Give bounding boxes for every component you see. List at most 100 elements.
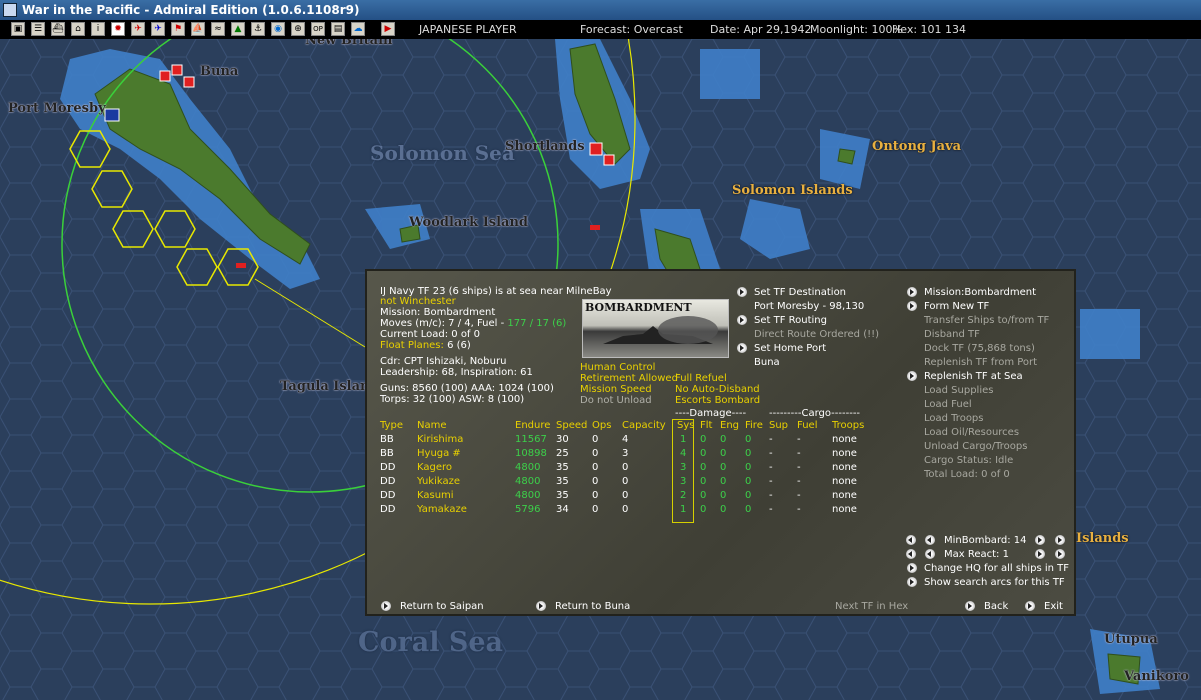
map-icon[interactable]: ▣ — [11, 22, 25, 36]
map-label-shortlands[interactable]: Shortlands — [505, 139, 585, 154]
list-icon[interactable]: ☰ — [31, 22, 45, 36]
max-react-decrease-icon[interactable] — [925, 549, 935, 559]
arrow-icon[interactable] — [381, 601, 391, 611]
ships-icon[interactable]: ⛴ — [51, 22, 65, 36]
plane-icon[interactable]: ✈ — [131, 22, 145, 36]
moonlight-label: Moonlight: 100% — [810, 23, 903, 36]
cell-name[interactable]: Kirishima — [417, 433, 463, 446]
task-force-panel: IJ Navy TF 23 (6 ships) is at sea near M… — [365, 269, 1076, 616]
info-icon[interactable]: i — [91, 22, 105, 36]
cell-name[interactable]: Hyuga # — [417, 447, 461, 460]
map-label-tagula[interactable]: Tagula Island — [280, 379, 379, 394]
cell-troops: none — [832, 490, 857, 501]
map-label-buna[interactable]: Buna — [200, 64, 238, 79]
arrow-icon[interactable] — [907, 577, 917, 587]
menu-unload[interactable]: Unload Cargo/Troops — [924, 440, 1027, 453]
map-label-ontong-java[interactable]: Ontong Java — [872, 139, 961, 154]
cell-type: DD — [380, 476, 396, 487]
set-tf-routing[interactable]: Set TF Routing — [754, 314, 827, 327]
min-bombard-fast-increase-icon[interactable] — [1055, 535, 1065, 545]
menu-form-new-tf[interactable]: Form New TF — [924, 300, 989, 313]
cell-eng: 0 — [720, 504, 727, 515]
opt-do-not-unload[interactable]: Do not Unload — [580, 394, 652, 407]
cell-fire: 0 — [745, 434, 752, 445]
next-tf-in-hex[interactable]: Next TF in Hex — [835, 600, 908, 613]
menu-load-supplies[interactable]: Load Supplies — [924, 384, 993, 397]
max-react-fast-increase-icon[interactable] — [1055, 549, 1065, 559]
arrow-icon[interactable] — [737, 287, 747, 297]
arrow-icon[interactable] — [737, 343, 747, 353]
aircraft-icon[interactable]: ✈ — [151, 22, 165, 36]
cell-ops: 0 — [592, 462, 599, 473]
rising-sun-icon[interactable]: ✹ — [111, 22, 125, 36]
col-fire[interactable]: Fire — [745, 419, 763, 432]
col-speed[interactable]: Speed — [556, 419, 587, 432]
min-bombard-increase-icon[interactable] — [1035, 535, 1045, 545]
tf-icon[interactable]: ⚓ — [251, 22, 265, 36]
map-label-port-moresby[interactable]: Port Moresby — [8, 101, 106, 116]
report-icon[interactable]: ▤ — [331, 22, 345, 36]
col-type[interactable]: Type — [380, 419, 403, 432]
menu-load-troops[interactable]: Load Troops — [924, 412, 984, 425]
max-react-fast-decrease-icon[interactable] — [906, 549, 916, 559]
col-capacity[interactable]: Capacity — [622, 419, 666, 432]
mission-image[interactable]: BOMBARDMENT — [582, 299, 729, 358]
arrow-icon[interactable] — [1025, 601, 1035, 611]
return-to-saipan[interactable]: Return to Saipan — [400, 600, 484, 613]
arrow-icon[interactable] — [965, 601, 975, 611]
ship-icon[interactable]: ⛵ — [191, 22, 205, 36]
window-titlebar: War in the Pacific - Admiral Edition (1.… — [0, 0, 1201, 20]
arrow-icon[interactable] — [907, 287, 917, 297]
min-bombard-fast-decrease-icon[interactable] — [906, 535, 916, 545]
col-sup[interactable]: Sup — [769, 419, 788, 432]
cell-name[interactable]: Kagero — [417, 461, 452, 474]
sw-icon[interactable]: OP — [311, 22, 325, 36]
back-button[interactable]: Back — [984, 600, 1008, 613]
col-ops[interactable]: Ops — [592, 419, 611, 432]
col-endure[interactable]: Endure — [515, 419, 550, 432]
col-flt[interactable]: Flt — [700, 419, 712, 432]
cell-sup: - — [769, 434, 773, 445]
arrow-icon[interactable] — [907, 301, 917, 311]
col-eng[interactable]: Eng — [720, 419, 739, 432]
opt-escorts-bombard[interactable]: Escorts Bombard — [675, 394, 760, 407]
menu-load-fuel[interactable]: Load Fuel — [924, 398, 972, 411]
min-bombard-decrease-icon[interactable] — [925, 535, 935, 545]
menu-transfer-ships[interactable]: Transfer Ships to/from TF — [924, 314, 1049, 327]
max-react-increase-icon[interactable] — [1035, 549, 1045, 559]
arrow-icon[interactable] — [907, 371, 917, 381]
menu-mission[interactable]: Mission:Bombardment — [924, 286, 1036, 299]
arrow-icon[interactable] — [737, 315, 747, 325]
menu-dock[interactable]: Dock TF (75,868 tons) — [924, 342, 1035, 355]
arrow-icon[interactable] — [536, 601, 546, 611]
col-name[interactable]: Name — [417, 419, 447, 432]
cell-name[interactable]: Yukikaze — [417, 475, 460, 488]
menu-load-oil[interactable]: Load Oil/Resources — [924, 426, 1019, 439]
menu-replenish-sea[interactable]: Replenish TF at Sea — [924, 370, 1023, 383]
cell-fire: 0 — [745, 476, 752, 487]
map-label-woodlark[interactable]: Woodlark Island — [409, 215, 528, 230]
routes-icon[interactable]: ≈ — [211, 22, 225, 36]
cell-name[interactable]: Kasumi — [417, 489, 454, 502]
set-tf-destination[interactable]: Set TF Destination — [754, 286, 846, 299]
map-label-utupua[interactable]: Utupua — [1104, 632, 1158, 647]
col-fuel[interactable]: Fuel — [797, 419, 817, 432]
arrow-icon[interactable] — [907, 563, 917, 573]
col-troops[interactable]: Troops — [832, 419, 864, 432]
show-search-arcs[interactable]: Show search arcs for this TF — [924, 576, 1065, 589]
end-turn-icon[interactable]: ▶ — [381, 22, 395, 36]
globe-icon[interactable]: ◉ — [271, 22, 285, 36]
terrain-icon[interactable]: ▲ — [231, 22, 245, 36]
return-to-buna[interactable]: Return to Buna — [555, 600, 630, 613]
change-hq[interactable]: Change HQ for all ships in TF — [924, 562, 1069, 575]
recon-icon[interactable]: ⊕ — [291, 22, 305, 36]
weather-icon[interactable]: ☁ — [351, 22, 365, 36]
menu-replenish-port[interactable]: Replenish TF from Port — [924, 356, 1037, 369]
exit-button[interactable]: Exit — [1044, 600, 1063, 613]
bases-icon[interactable]: ⌂ — [71, 22, 85, 36]
map-label-vanikoro[interactable]: Vanikoro — [1124, 669, 1189, 684]
menu-disband[interactable]: Disband TF — [924, 328, 980, 341]
flag-icon[interactable]: ⚑ — [171, 22, 185, 36]
set-home-port[interactable]: Set Home Port — [754, 342, 826, 355]
cell-name[interactable]: Yamakaze — [417, 503, 467, 516]
